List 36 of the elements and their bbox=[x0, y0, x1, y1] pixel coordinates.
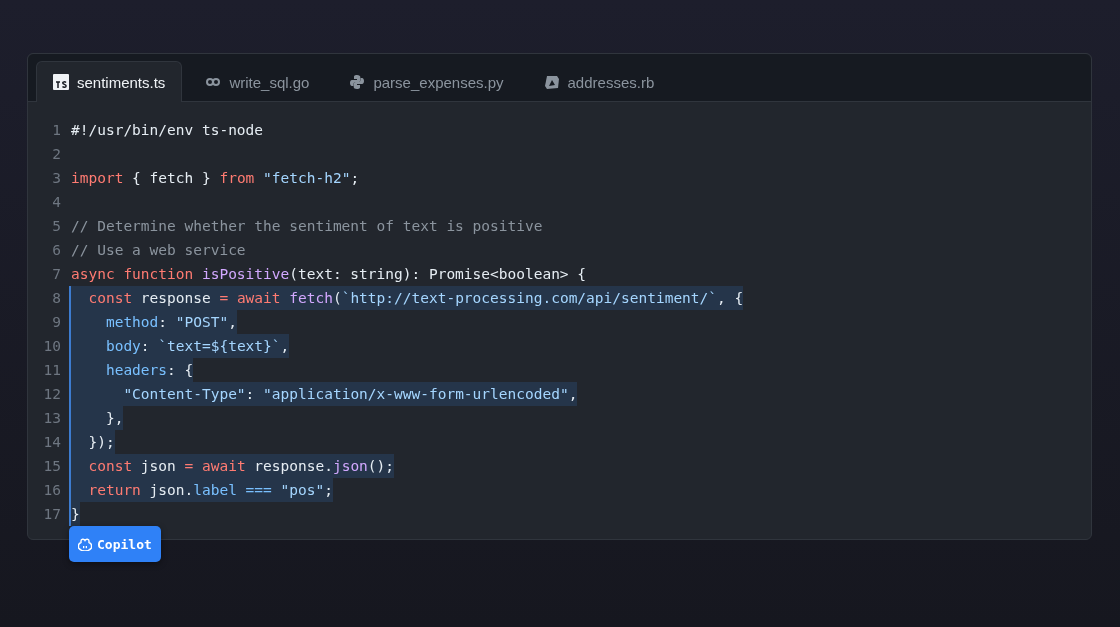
line-number: 5 bbox=[51, 217, 62, 236]
line-number: 10 bbox=[42, 337, 62, 356]
line-number: 1 bbox=[51, 121, 62, 140]
tab-label: sentiments.ts bbox=[77, 73, 166, 91]
line-number: 11 bbox=[42, 361, 62, 380]
python-logo-icon bbox=[349, 74, 366, 90]
code-line: // Use a web service bbox=[71, 241, 246, 260]
tab-label: addresses.rb bbox=[567, 73, 655, 91]
ruby-logo-icon bbox=[543, 74, 560, 90]
tab-label: parse_expenses.py bbox=[373, 73, 504, 91]
line-number: 3 bbox=[51, 169, 62, 188]
line-number: 13 bbox=[42, 409, 62, 428]
line-number: 4 bbox=[51, 193, 62, 212]
file-tab[interactable]: parse_expenses.py bbox=[332, 61, 521, 102]
file-tab[interactable]: write_sql.go bbox=[188, 61, 327, 102]
code-line: #!/usr/bin/env ts-node bbox=[71, 121, 264, 140]
line-number: 15 bbox=[42, 457, 62, 476]
line-number: 2 bbox=[51, 145, 62, 164]
copilot-icon bbox=[78, 537, 92, 551]
line-number: 9 bbox=[51, 313, 62, 332]
copilot-button[interactable]: Copilot bbox=[69, 526, 161, 562]
code-line: async function isPositive(text: string): Promise<boolean> { bbox=[71, 265, 587, 284]
ts-logo-icon bbox=[53, 74, 69, 90]
line-number: 16 bbox=[42, 481, 62, 500]
code-line: // Determine whether the sentiment of text is positive bbox=[71, 217, 543, 236]
link-icon bbox=[205, 77, 222, 87]
line-number: 12 bbox=[42, 385, 62, 404]
line-number: 6 bbox=[51, 241, 62, 260]
code-line: import { fetch } from "fetch-h2"; bbox=[71, 169, 360, 188]
line-number: 14 bbox=[42, 433, 62, 452]
line-number: 8 bbox=[51, 289, 62, 308]
file-tab[interactable]: sentiments.ts bbox=[36, 61, 183, 102]
line-number: 17 bbox=[42, 505, 62, 524]
line-number: 7 bbox=[51, 265, 62, 284]
file-tab[interactable]: addresses.rb bbox=[526, 61, 672, 102]
tab-label: write_sql.go bbox=[229, 73, 310, 91]
